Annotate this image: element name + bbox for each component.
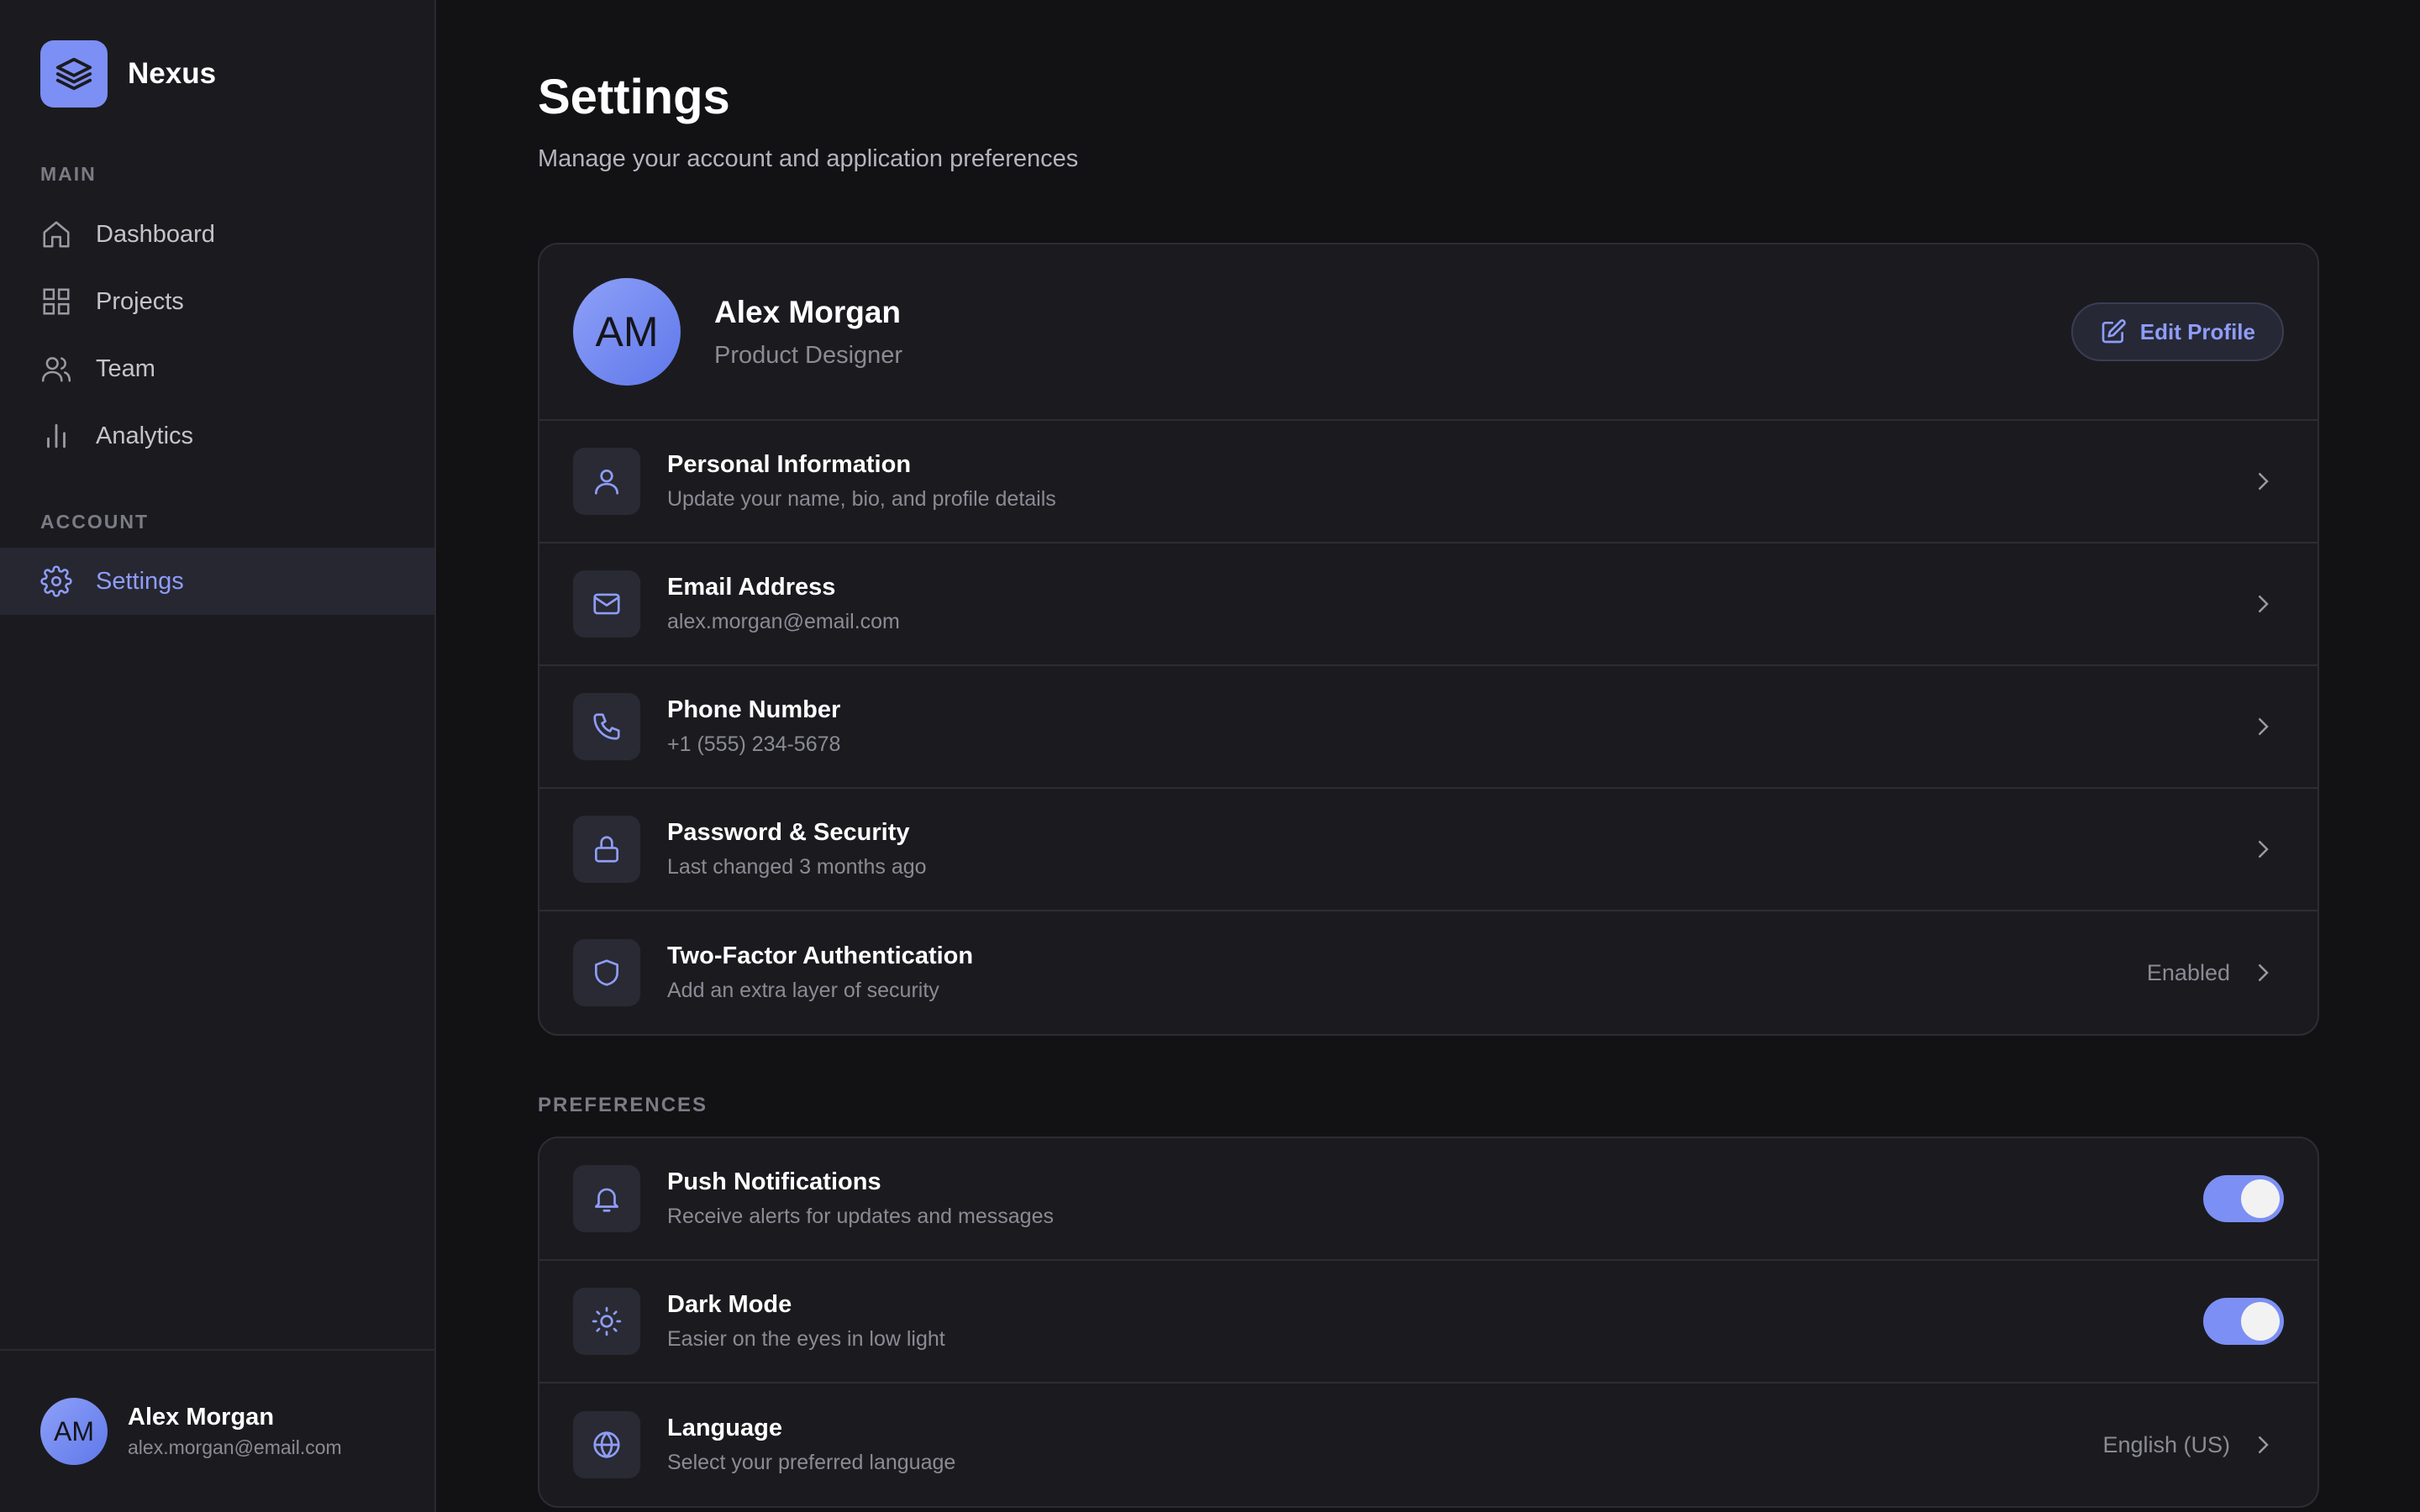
- users-icon: [41, 357, 71, 382]
- settings-row-personal-information[interactable]: Personal Information Update your name, b…: [539, 421, 2317, 543]
- sidebar-item-label: Projects: [96, 287, 184, 315]
- row-subtitle: Add an extra layer of security: [667, 979, 939, 1002]
- page-title: Settings: [538, 70, 730, 124]
- profile-header: AM Alex Morgan Product Designer Edit Pro…: [539, 244, 2317, 421]
- chevron-right-icon: [2259, 596, 2269, 612]
- lock-icon: [594, 836, 619, 863]
- sidebar-item-analytics[interactable]: Analytics: [0, 402, 434, 470]
- nav-section-main: MAIN: [40, 163, 97, 185]
- avatar: AM: [573, 278, 681, 386]
- bar-chart-icon: [47, 423, 66, 449]
- row-title: Phone Number: [667, 696, 841, 723]
- sidebar-item-settings[interactable]: Settings: [0, 548, 434, 615]
- user-icon: [594, 469, 619, 495]
- user-email: alex.morgan@email.com: [128, 1436, 342, 1458]
- shield-icon: [594, 959, 619, 986]
- row-title: Email Address: [667, 574, 836, 601]
- grid-icon: [43, 288, 70, 315]
- settings-row-two-factor[interactable]: Two-Factor Authentication Add an extra l…: [539, 911, 2317, 1034]
- nav-section-account: ACCOUNT: [40, 511, 149, 533]
- settings-row-phone-number[interactable]: Phone Number +1 (555) 234-5678: [539, 666, 2317, 789]
- toggle-knob: [2241, 1302, 2280, 1341]
- sidebar-item-label: Settings: [96, 567, 184, 595]
- push-notifications-toggle[interactable]: [2203, 1175, 2284, 1222]
- status-badge: Enabled: [2146, 959, 2230, 985]
- row-title: Personal Information: [667, 451, 912, 478]
- avatar: AM: [40, 1398, 108, 1465]
- row-subtitle: Select your preferred language: [667, 1451, 956, 1474]
- row-subtitle: +1 (555) 234-5678: [667, 732, 841, 756]
- sidebar-item-label: Analytics: [96, 422, 194, 449]
- chevron-right-icon: [2259, 1436, 2269, 1453]
- settings-row-push-notifications: Push Notifications Receive alerts for up…: [539, 1138, 2317, 1261]
- home-icon: [43, 221, 70, 248]
- settings-row-email-address[interactable]: Email Address alex.morgan@email.com: [539, 543, 2317, 666]
- toggle-knob: [2241, 1179, 2280, 1218]
- sidebar-item-label: Team: [96, 354, 155, 382]
- brand[interactable]: Nexus: [40, 40, 216, 108]
- dark-mode-toggle[interactable]: [2203, 1298, 2284, 1345]
- section-label-preferences: PREFERENCES: [538, 1094, 708, 1116]
- brand-name: Nexus: [128, 57, 217, 90]
- row-title: Push Notifications: [667, 1168, 881, 1195]
- chevron-right-icon: [2259, 841, 2269, 858]
- phone-icon: [593, 713, 620, 740]
- language-value: English (US): [2102, 1431, 2230, 1457]
- settings-row-dark-mode: Dark Mode Easier on the eyes in low ligh…: [539, 1261, 2317, 1383]
- sidebar-user-card[interactable]: AM Alex Morgan alex.morgan@email.com: [0, 1349, 434, 1512]
- app-shell: Nexus MAIN Dashboard Projects Team Analy…: [0, 0, 2420, 1512]
- profile-role: Product Designer: [714, 341, 903, 369]
- sidebar: Nexus MAIN Dashboard Projects Team Analy…: [0, 0, 436, 1512]
- row-subtitle: Easier on the eyes in low light: [667, 1327, 945, 1351]
- profile-name: Alex Morgan: [714, 294, 902, 329]
- preferences-card: Push Notifications Receive alerts for up…: [538, 1137, 2319, 1508]
- sidebar-item-label: Dashboard: [96, 220, 215, 248]
- layers-icon: [40, 40, 108, 108]
- row-title: Password & Security: [667, 819, 910, 846]
- settings-row-password-security[interactable]: Password & Security Last changed 3 month…: [539, 789, 2317, 911]
- row-subtitle: alex.morgan@email.com: [667, 610, 900, 633]
- row-subtitle: Receive alerts for updates and messages: [667, 1205, 1054, 1228]
- main-content: Settings Manage your account and applica…: [436, 0, 2420, 1512]
- edit-profile-button[interactable]: Edit Profile: [2070, 302, 2284, 361]
- user-name: Alex Morgan: [128, 1404, 275, 1431]
- globe-icon: [593, 1431, 620, 1459]
- gear-icon: [40, 565, 72, 597]
- edit-profile-label: Edit Profile: [2139, 318, 2255, 344]
- chevron-right-icon: [2259, 473, 2269, 490]
- chevron-right-icon: [2259, 964, 2269, 981]
- page-subtitle: Manage your account and application pref…: [538, 145, 1079, 172]
- bell-icon: [594, 1188, 619, 1212]
- row-title: Dark Mode: [667, 1291, 792, 1318]
- mail-icon: [593, 593, 620, 615]
- edit-icon: [2102, 319, 2126, 344]
- chevron-right-icon: [2259, 718, 2269, 735]
- row-title: Language: [667, 1415, 782, 1441]
- row-subtitle: Update your name, bio, and profile detai…: [667, 487, 1056, 511]
- account-card: AM Alex Morgan Product Designer Edit Pro…: [538, 243, 2319, 1036]
- sun-icon: [592, 1306, 622, 1336]
- sidebar-item-projects[interactable]: Projects: [0, 268, 434, 335]
- sidebar-item-dashboard[interactable]: Dashboard: [0, 201, 434, 268]
- sidebar-item-team[interactable]: Team: [0, 335, 434, 402]
- row-subtitle: Last changed 3 months ago: [667, 855, 927, 879]
- settings-row-language[interactable]: Language Select your preferred language …: [539, 1383, 2317, 1506]
- row-title: Two-Factor Authentication: [667, 942, 974, 969]
